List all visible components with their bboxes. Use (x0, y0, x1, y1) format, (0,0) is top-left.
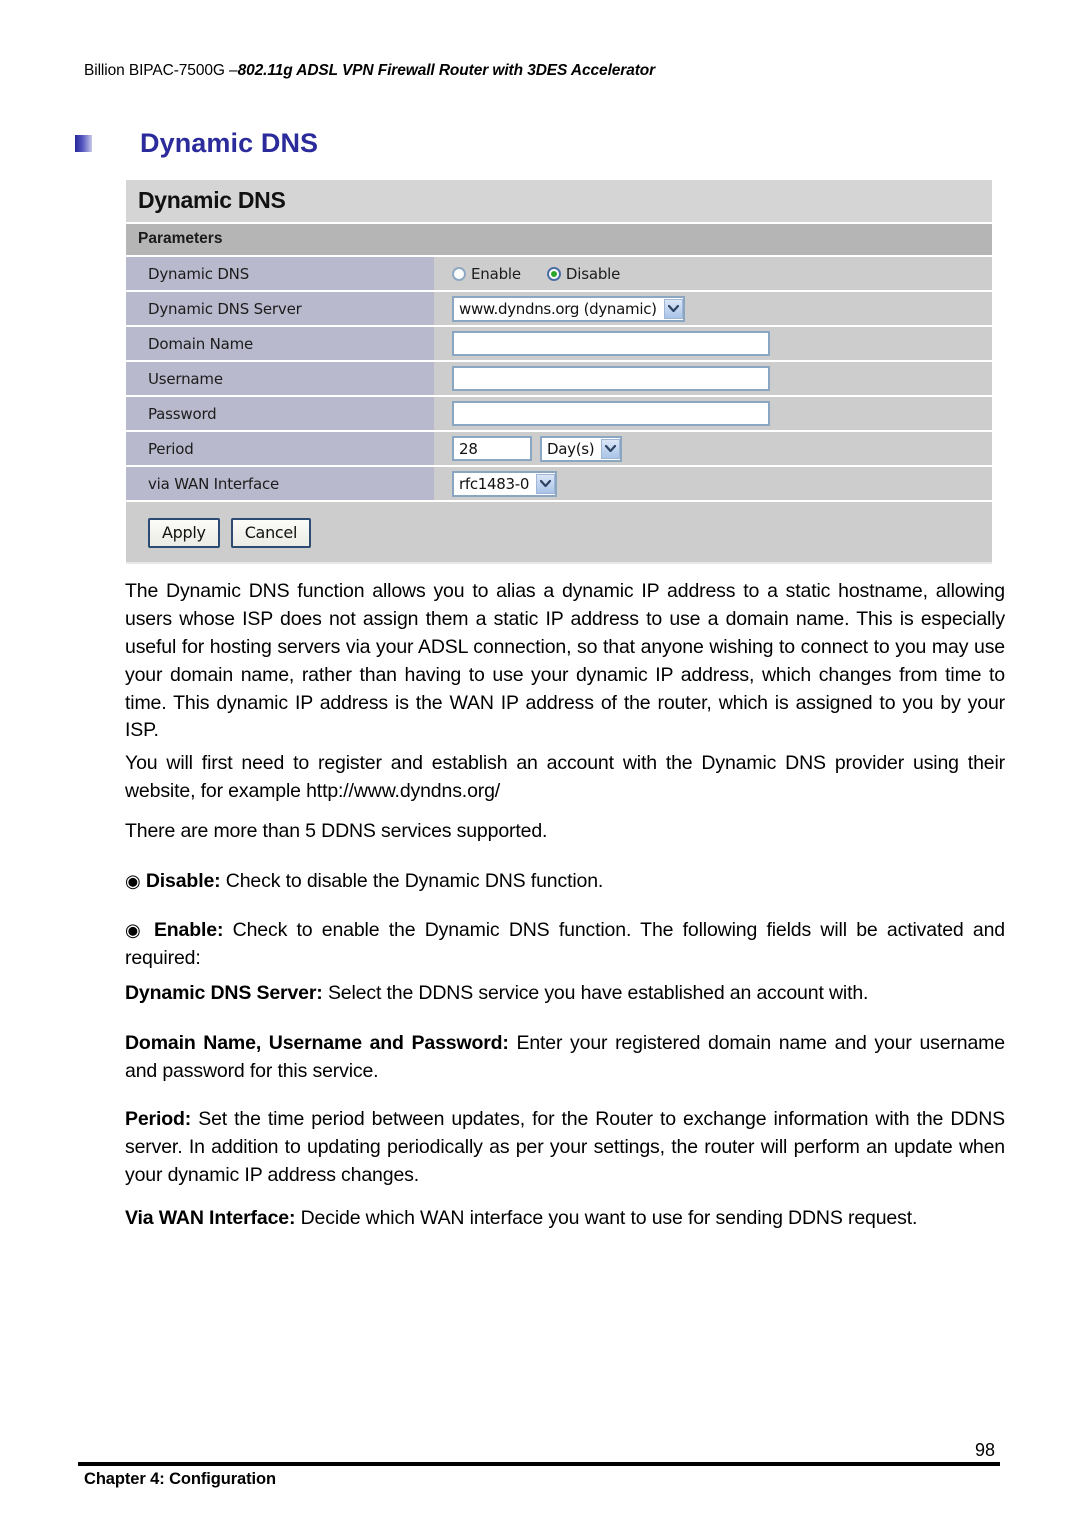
square-bullet-icon (75, 135, 92, 152)
radio-disable-label: Disable (565, 264, 621, 283)
chevron-down-icon[interactable] (536, 473, 556, 494)
radio-bullet-icon: ◉ (125, 920, 145, 940)
chevron-down-icon[interactable] (601, 438, 621, 459)
apply-button[interactable]: Apply (148, 518, 220, 548)
page-title: Dynamic DNS (140, 128, 319, 158)
dynamic-dns-radio-group: Enable Disable (452, 265, 620, 283)
table-row: Dynamic DNS Enable Disable (126, 255, 992, 290)
term-wan-interface: Via WAN Interface: (125, 1207, 296, 1229)
domain-name-input[interactable] (452, 331, 770, 356)
table-row: Username (126, 360, 992, 395)
paragraph-intro: The Dynamic DNS function allows you to a… (125, 580, 1005, 742)
term-disable: Disable: (145, 870, 221, 892)
term-period: Period: (125, 1108, 192, 1130)
desc-wan-interface: Decide which WAN interface you want to u… (300, 1207, 918, 1229)
section-heading: Dynamic DNS (75, 128, 318, 159)
footer-chapter-label: Chapter 4: Configuration (84, 1470, 276, 1488)
desc-enable: Check to enable the Dynamic DNS function… (125, 919, 1006, 969)
desc-period: Set the time period between updates, for… (125, 1108, 1005, 1186)
radio-enable-label: Enable (471, 264, 521, 283)
paragraph-credentials: Domain Name, Username and Password: Ente… (125, 1030, 1005, 1086)
radio-disable[interactable]: Disable (546, 264, 621, 283)
term-dns-server: Dynamic DNS Server: (125, 982, 323, 1004)
panel-title: Dynamic DNS (126, 180, 992, 222)
period-unit-select[interactable]: Day(s) (540, 435, 623, 462)
wan-interface-select[interactable]: rfc1483-0 (452, 470, 558, 497)
field-value-dns-server: www.dyndns.org (dynamic) (434, 292, 992, 325)
field-value-domain-name (434, 327, 992, 360)
field-label-password: Password (126, 397, 434, 430)
product-subtitle: 802.11g ADSL VPN Firewall Router with 3D… (237, 62, 656, 79)
paragraph-register: You will first need to register and esta… (125, 752, 1005, 802)
period-input[interactable]: 28 (452, 436, 532, 461)
paragraph-enable: ◉ Enable: Check to enable the Dynamic DN… (125, 917, 1005, 973)
field-label-wan-interface: via WAN Interface (126, 467, 434, 500)
field-value-period: 28 Day(s) (434, 432, 992, 465)
table-row: via WAN Interface rfc1483-0 (126, 465, 992, 500)
term-credentials: Domain Name, Username and Password: (125, 1032, 509, 1054)
radio-unchecked-icon[interactable] (452, 266, 466, 281)
field-label-username: Username (126, 362, 434, 395)
field-label-dynamic-dns: Dynamic DNS (126, 257, 434, 290)
document-page: Billion BIPAC-7500G –802.11g ADSL VPN Fi… (0, 0, 1080, 1528)
desc-dns-server: Select the DDNS service you have establi… (327, 982, 869, 1004)
paragraph-dns-server: Dynamic DNS Server: Select the DDNS serv… (125, 980, 1005, 1008)
table-row: Password (126, 395, 992, 430)
chevron-down-icon[interactable] (663, 298, 683, 319)
cancel-button[interactable]: Cancel (230, 518, 312, 548)
dns-server-selected-value: www.dyndns.org (dynamic) (459, 299, 657, 318)
table-row: Period 28 Day(s) (126, 430, 992, 465)
panel-actions: Apply Cancel (126, 500, 992, 564)
username-input[interactable] (452, 366, 770, 391)
paragraph-services-count: There are more than 5 DDNS services supp… (125, 820, 548, 842)
document-running-header: Billion BIPAC-7500G –802.11g ADSL VPN Fi… (84, 62, 655, 80)
paragraph-period: Period: Set the time period between upda… (125, 1106, 1005, 1190)
page-number: 98 (975, 1440, 996, 1460)
router-config-panel: Dynamic DNS Parameters Dynamic DNS Enabl… (126, 178, 992, 564)
dns-server-select[interactable]: www.dyndns.org (dynamic) (452, 295, 685, 322)
term-enable: Enable: (153, 919, 224, 941)
period-controls: 28 Day(s) (452, 435, 623, 462)
footer-divider (78, 1462, 1000, 1466)
table-row: Dynamic DNS Server www.dyndns.org (dynam… (126, 290, 992, 325)
panel-section-parameters: Parameters (126, 222, 992, 255)
desc-disable: Check to disable the Dynamic DNS functio… (225, 870, 604, 892)
radio-enable[interactable]: Enable (452, 265, 521, 283)
radio-checked-icon[interactable] (546, 266, 561, 281)
radio-bullet-icon: ◉ (125, 871, 141, 891)
field-value-wan-interface: rfc1483-0 (434, 467, 992, 500)
field-label-dns-server: Dynamic DNS Server (126, 292, 434, 325)
field-label-period: Period (126, 432, 434, 465)
field-label-domain-name: Domain Name (126, 327, 434, 360)
table-row: Domain Name (126, 325, 992, 360)
field-value-password (434, 397, 992, 430)
field-value-dynamic-dns: Enable Disable (434, 257, 992, 290)
period-unit-selected-value: Day(s) (547, 439, 595, 458)
wan-interface-selected-value: rfc1483-0 (459, 474, 530, 493)
field-value-username (434, 362, 992, 395)
password-input[interactable] (452, 401, 770, 426)
paragraph-wan-interface: Via WAN Interface: Decide which WAN inte… (125, 1205, 1005, 1233)
product-model: Billion BIPAC-7500G – (84, 62, 238, 79)
paragraph-disable: ◉ Disable: Check to disable the Dynamic … (125, 868, 1005, 896)
